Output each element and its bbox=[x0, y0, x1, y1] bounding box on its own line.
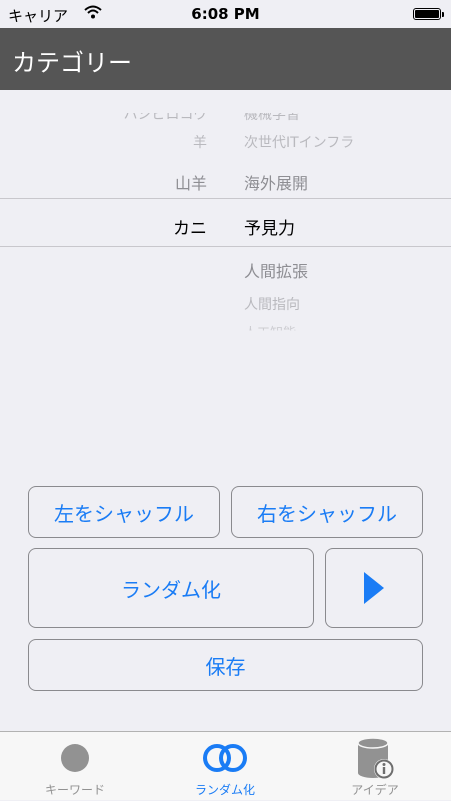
picker-left-item[interactable]: 羊 bbox=[193, 132, 207, 152]
shuffle-left-button[interactable]: 左をシャッフル bbox=[28, 486, 220, 538]
tab-keyword[interactable]: キーワード bbox=[0, 732, 150, 801]
page-title: カテゴリー bbox=[12, 49, 132, 77]
picker-right-item[interactable]: 海外展開 bbox=[244, 170, 308, 194]
tab-label: キーワード bbox=[44, 783, 105, 797]
play-icon bbox=[364, 572, 384, 604]
picker-left-item[interactable]: ハシビロコウ bbox=[124, 113, 207, 124]
picker-right-item[interactable]: 人間指向 bbox=[244, 294, 300, 314]
tab-idea[interactable]: アイデア bbox=[300, 732, 450, 801]
picker-right-selected[interactable]: 予見力 bbox=[244, 214, 295, 239]
picker-selection-top-line bbox=[0, 198, 451, 199]
picker-left-item[interactable]: 山羊 bbox=[175, 170, 207, 194]
navigation-bar: カテゴリー bbox=[0, 28, 451, 90]
database-info-icon bbox=[355, 736, 395, 784]
picker-right-item[interactable]: 人工知能 bbox=[244, 322, 296, 331]
circle-icon bbox=[60, 743, 90, 777]
tab-randomize[interactable]: ランダム化 bbox=[150, 732, 300, 801]
status-time: 6:08 PM bbox=[191, 5, 260, 23]
tab-label: ランダム化 bbox=[194, 783, 255, 797]
battery-nub bbox=[442, 12, 444, 17]
tab-label: アイデア bbox=[351, 783, 399, 797]
save-button[interactable]: 保存 bbox=[28, 639, 423, 691]
category-picker[interactable]: ハシビロコウ 羊 山羊 カニ 機械学習 次世代ITインフラ 海外展開 予見力 人… bbox=[0, 90, 451, 350]
picker-right-item[interactable]: 人間拡張 bbox=[244, 258, 308, 282]
picker-right-item[interactable]: 機械学習 bbox=[244, 113, 300, 124]
picker-right-item[interactable]: 次世代ITインフラ bbox=[244, 132, 354, 152]
picker-left-selected[interactable]: カニ bbox=[173, 214, 207, 239]
randomize-button[interactable]: ランダム化 bbox=[28, 548, 314, 628]
battery-icon bbox=[413, 8, 444, 20]
battery-fill bbox=[415, 10, 439, 18]
status-bar: キャリア 6:08 PM bbox=[0, 0, 451, 28]
play-button[interactable] bbox=[325, 548, 423, 628]
tab-bar: キーワード ランダム化 アイデア bbox=[0, 731, 451, 800]
linked-rings-icon bbox=[201, 743, 249, 777]
shuffle-right-button[interactable]: 右をシャッフル bbox=[231, 486, 423, 538]
picker-selection-bottom-line bbox=[0, 246, 451, 247]
